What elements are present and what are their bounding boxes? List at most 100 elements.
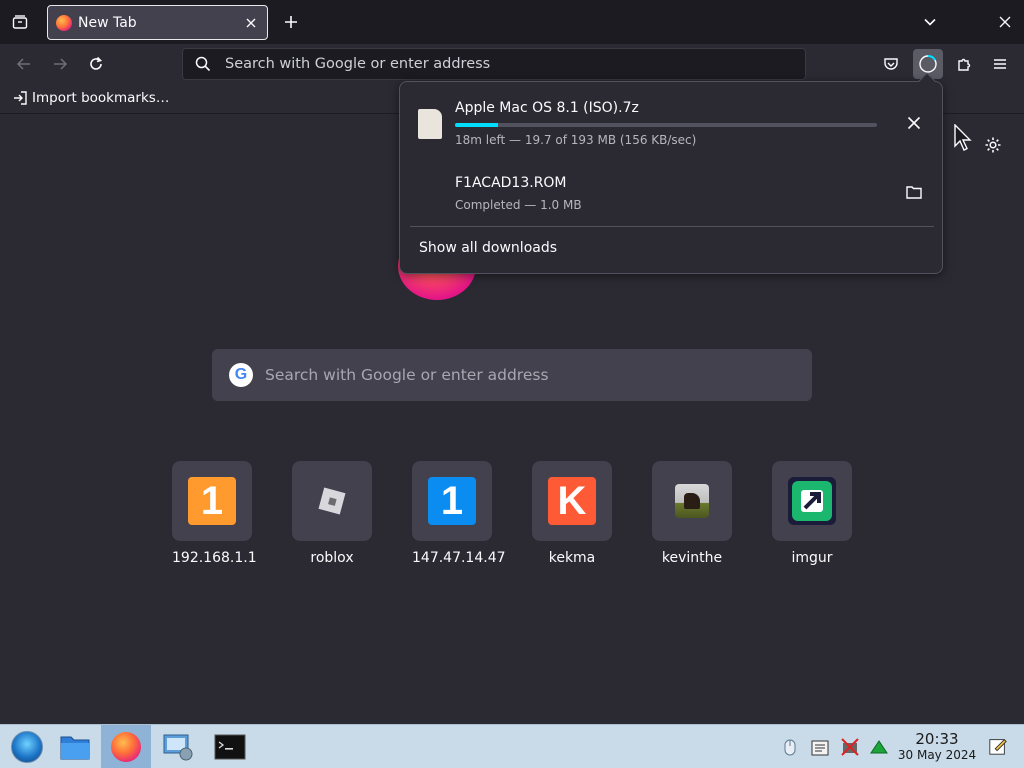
reload-button[interactable]	[82, 50, 110, 78]
imgur-logo-graphic	[792, 481, 832, 521]
windows-start-icon	[11, 731, 43, 763]
show-all-downloads-button[interactable]: Show all downloads	[419, 240, 557, 256]
terminal-icon	[214, 734, 246, 760]
file-icon	[418, 109, 442, 139]
top-site-tile	[292, 461, 372, 541]
top-site-tile: 1	[412, 461, 492, 541]
app-menu-button[interactable]	[986, 50, 1014, 78]
downloads-panel: Apple Mac OS 8.1 (ISO).7z 18m left — 19.…	[399, 72, 943, 274]
volume-tray-icon[interactable]	[840, 737, 860, 757]
tab-title: New Tab	[78, 14, 137, 31]
download-item-completed[interactable]: F1ACAD13.ROM Completed — 1.0 MB	[400, 154, 942, 224]
top-site-label: kevinthe	[661, 550, 723, 566]
url-bar[interactable]: Search with Google or enter address	[182, 48, 806, 80]
import-bookmarks-button[interactable]: Import bookmarks…	[12, 90, 169, 106]
back-arrow-icon	[16, 58, 30, 70]
taskbar-control-panel[interactable]	[153, 725, 203, 768]
clipboard-tray-icon[interactable]	[810, 737, 830, 757]
imgur-arrow-icon	[788, 477, 836, 525]
taskbar-terminal[interactable]	[205, 725, 255, 768]
top-site-tile: K	[532, 461, 612, 541]
top-site-192-168-1-1[interactable]: 1 192.168.1.1	[172, 461, 257, 566]
download-status: 18m left — 19.7 of 193 MB (156 KB/sec)	[455, 133, 697, 147]
download-status: Completed — 1.0 MB	[455, 198, 582, 212]
notepad-pencil-icon	[989, 738, 1007, 755]
firefox-favicon-icon	[56, 14, 72, 31]
puzzle-icon	[958, 58, 971, 71]
tab-new-tab[interactable]: New Tab	[47, 5, 268, 40]
window-close-button[interactable]	[992, 8, 1018, 36]
taskbar-clock[interactable]: 20:33 30 May 2024	[895, 730, 979, 762]
top-site-label: 147.47.14.47	[412, 550, 506, 566]
forward-button[interactable]	[46, 50, 74, 78]
top-sites: 1 192.168.1.1 roblox 1 147.47.14.47 K ke…	[172, 461, 852, 571]
download-progress-bar	[455, 123, 877, 127]
tab-strip: New Tab	[0, 0, 1024, 44]
network-tray-icon[interactable]	[780, 737, 800, 757]
taskbar-firefox[interactable]	[101, 725, 151, 768]
green-triangle-icon	[870, 740, 888, 754]
top-site-label: 192.168.1.1	[172, 550, 257, 566]
import-icon	[14, 91, 27, 105]
clock-date: 30 May 2024	[897, 748, 977, 762]
download-filename: Apple Mac OS 8.1 (ISO).7z	[455, 100, 639, 116]
back-button[interactable]	[10, 50, 38, 78]
cancel-download-button[interactable]	[900, 109, 928, 137]
roblox-icon	[308, 477, 356, 525]
computer-settings-icon	[163, 734, 193, 761]
top-site-147-47-14-47[interactable]: 1 147.47.14.47	[412, 461, 506, 566]
close-icon	[246, 18, 256, 28]
tab-overview-button[interactable]	[6, 8, 34, 36]
top-site-imgur[interactable]: imgur	[772, 461, 852, 566]
notes-tray-icon[interactable]	[988, 736, 1008, 756]
newtab-search-placeholder: Search with Google or enter address	[265, 366, 549, 384]
navigation-toolbar: Search with Google or enter address	[0, 44, 1024, 84]
pocket-icon	[884, 58, 898, 70]
list-all-tabs-button[interactable]	[916, 8, 944, 36]
muted-network-icon	[841, 738, 859, 756]
top-site-tile	[652, 461, 732, 541]
one-blue-icon: 1	[428, 477, 476, 525]
tab-close-button[interactable]	[241, 13, 261, 33]
reload-icon	[90, 56, 103, 70]
top-site-roblox[interactable]: roblox	[292, 461, 372, 566]
chevron-down-icon	[924, 18, 936, 26]
close-icon	[907, 116, 921, 130]
top-site-label: kekma	[548, 550, 596, 566]
start-button[interactable]	[2, 725, 52, 768]
download-progress-fill	[455, 123, 499, 127]
new-tab-button[interactable]	[278, 8, 304, 36]
clock-time: 20:33	[915, 730, 959, 748]
download-progress-icon	[919, 54, 937, 73]
search-icon	[195, 56, 211, 72]
hamburger-menu-icon	[994, 59, 1006, 69]
extensions-button[interactable]	[950, 50, 978, 78]
forward-arrow-icon	[54, 58, 68, 70]
import-bookmarks-label: Import bookmarks…	[32, 90, 170, 106]
firefox-icon	[111, 732, 141, 762]
download-filename: F1ACAD13.ROM	[455, 175, 567, 191]
google-icon: G	[229, 363, 253, 387]
top-site-tile: 1	[172, 461, 252, 541]
mouse-cursor-icon	[954, 124, 972, 151]
url-placeholder: Search with Google or enter address	[225, 56, 491, 72]
taskbar: 20:33 30 May 2024	[0, 724, 1024, 768]
folder-icon	[906, 186, 922, 199]
k-letter-icon: K	[548, 477, 596, 525]
top-site-label: roblox	[310, 550, 354, 566]
tab-overview-icon	[12, 15, 28, 29]
gear-icon	[985, 137, 1001, 153]
one-orange-icon: 1	[188, 477, 236, 525]
top-site-kekma[interactable]: K kekma	[532, 461, 612, 566]
taskbar-file-manager[interactable]	[50, 725, 100, 768]
update-tray-icon[interactable]	[869, 737, 889, 757]
horse-photo-icon	[675, 484, 709, 518]
top-site-tile	[772, 461, 852, 541]
pocket-button[interactable]	[877, 50, 905, 78]
newtab-search-box[interactable]: G Search with Google or enter address	[212, 349, 812, 401]
plus-icon	[285, 16, 297, 28]
download-item-in-progress[interactable]: Apple Mac OS 8.1 (ISO).7z 18m left — 19.…	[400, 82, 942, 154]
top-site-kevinthe[interactable]: kevinthe	[652, 461, 732, 566]
show-in-folder-button[interactable]	[900, 178, 928, 206]
personalize-settings-button[interactable]	[982, 134, 1004, 156]
